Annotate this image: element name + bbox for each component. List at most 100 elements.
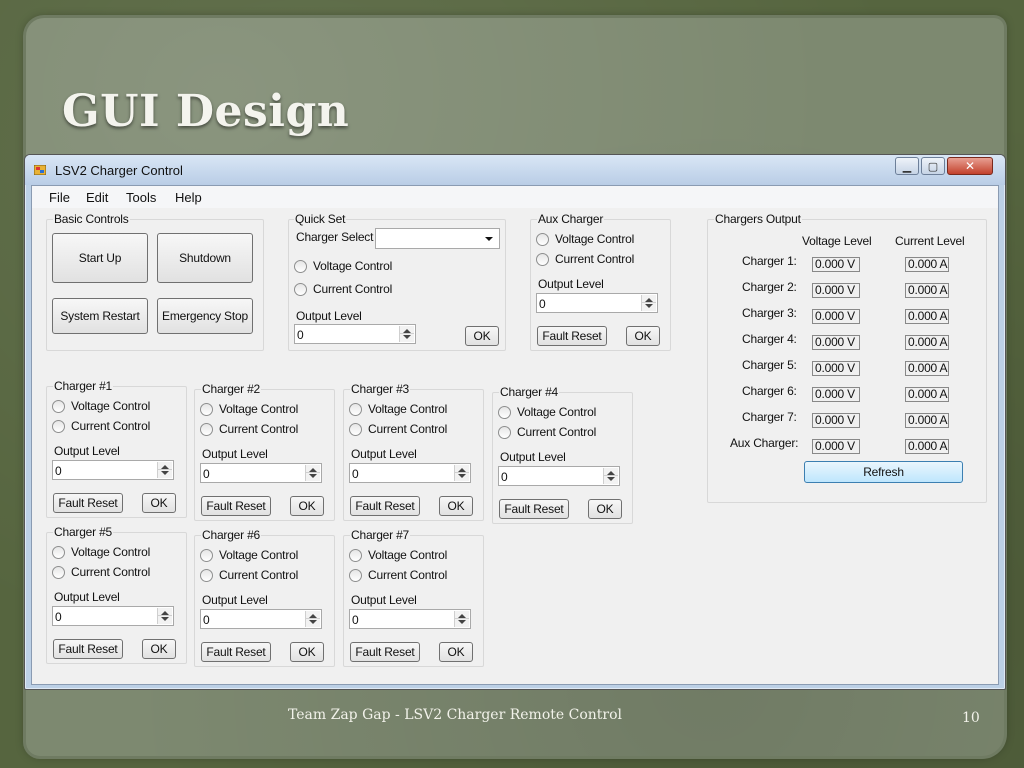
shutdown-button[interactable]: Shutdown (157, 233, 253, 283)
charger-7-output-label: Output Level (351, 593, 417, 607)
quick-set-voltage-label: Voltage Control (313, 259, 393, 273)
current-readout: 0.000 A (905, 361, 949, 376)
spinner-arrows-icon[interactable] (305, 465, 320, 481)
aux-current-label: Current Control (555, 252, 635, 266)
charger-4-voltage-radio[interactable] (498, 406, 511, 419)
charger-6-current-label: Current Control (219, 568, 299, 582)
minimize-button[interactable]: ▁ (895, 157, 919, 175)
charger-7-fault-reset-button[interactable]: Fault Reset (350, 642, 420, 662)
slide-page-number: 10 (962, 710, 980, 726)
menu-bar: File Edit Tools Help (32, 186, 998, 208)
spinner-arrows-icon[interactable] (399, 326, 414, 342)
menu-help[interactable]: Help (175, 190, 202, 205)
spinner-arrows-icon[interactable] (641, 295, 656, 311)
quick-set-output-input[interactable]: 0 (294, 324, 416, 344)
maximize-button[interactable]: ▢ (921, 157, 945, 175)
slide-title: GUI Design (62, 86, 350, 137)
spinner-arrows-icon[interactable] (157, 608, 172, 624)
charger-5-ok-button[interactable]: OK (142, 639, 176, 659)
client-area: File Edit Tools Help Basic Controls Star… (31, 185, 999, 685)
charger-2-fault-reset-button[interactable]: Fault Reset (201, 496, 271, 516)
aux-output-input[interactable]: 0 (536, 293, 658, 313)
charger-5-fault-reset-button[interactable]: Fault Reset (53, 639, 123, 659)
charger-4-fault-reset-button[interactable]: Fault Reset (499, 499, 569, 519)
charger-4-current-label: Current Control (517, 425, 597, 439)
charger-3-fault-reset-button[interactable]: Fault Reset (350, 496, 420, 516)
emergency-stop-button[interactable]: Emergency Stop (157, 298, 253, 334)
spinner-arrows-icon[interactable] (454, 465, 469, 481)
voltage-readout: 0.000 V (812, 309, 860, 324)
quick-set-ok-button[interactable]: OK (465, 326, 499, 346)
voltage-readout: 0.000 V (812, 439, 860, 454)
charger-1-fault-reset-button[interactable]: Fault Reset (53, 493, 123, 513)
close-button[interactable]: ✕ (947, 157, 993, 175)
charger-5-output-label: Output Level (54, 590, 120, 604)
charger-1-output-value: 0 (55, 464, 62, 478)
charger-6-fault-reset-button[interactable]: Fault Reset (201, 642, 271, 662)
charger-3-output-input[interactable]: 0 (349, 463, 471, 483)
charger-5-voltage-radio[interactable] (52, 546, 65, 559)
charger-6-output-input[interactable]: 0 (200, 609, 322, 629)
charger-7-ok-button[interactable]: OK (439, 642, 473, 662)
charger-1-current-radio[interactable] (52, 420, 65, 433)
charger-4-current-radio[interactable] (498, 426, 511, 439)
spinner-arrows-icon[interactable] (603, 468, 618, 484)
voltage-readout: 0.000 V (812, 257, 860, 272)
minimize-icon: ▁ (902, 159, 912, 173)
title-bar[interactable]: LSV2 Charger Control ▁ ▢ ✕ (25, 155, 1005, 185)
charger-3-voltage-radio[interactable] (349, 403, 362, 416)
charger-select-dropdown[interactable] (375, 228, 500, 249)
current-readout: 0.000 A (905, 257, 949, 272)
output-row-name: Charger 3: (742, 306, 797, 320)
menu-tools[interactable]: Tools (126, 190, 156, 205)
charger-7-voltage-radio[interactable] (349, 549, 362, 562)
charger-2-label: Charger #2 (201, 382, 262, 396)
charger-1-voltage-label: Voltage Control (71, 399, 151, 413)
slide-footer: Team Zap Gap - LSV2 Charger Remote Contr… (288, 707, 623, 723)
charger-6-output-label: Output Level (202, 593, 268, 607)
aux-voltage-label: Voltage Control (555, 232, 635, 246)
charger-6-voltage-radio[interactable] (200, 549, 213, 562)
spinner-arrows-icon[interactable] (305, 611, 320, 627)
charger-1-ok-button[interactable]: OK (142, 493, 176, 513)
charger-2-voltage-label: Voltage Control (219, 402, 299, 416)
window-title: LSV2 Charger Control (55, 163, 183, 178)
maximize-icon: ▢ (927, 159, 939, 173)
charger-4-output-input[interactable]: 0 (498, 466, 620, 486)
charger-1-voltage-radio[interactable] (52, 400, 65, 413)
refresh-button[interactable]: Refresh (804, 461, 963, 483)
charger-1-current-label: Current Control (71, 419, 151, 433)
quick-set-current-radio[interactable] (294, 283, 307, 296)
charger-5-output-input[interactable]: 0 (52, 606, 174, 626)
charger-2-output-value: 0 (203, 467, 210, 481)
spinner-arrows-icon[interactable] (157, 462, 172, 478)
aux-fault-reset-button[interactable]: Fault Reset (537, 326, 607, 346)
aux-voltage-radio[interactable] (536, 233, 549, 246)
start-up-button[interactable]: Start Up (52, 233, 148, 283)
quick-set-voltage-radio[interactable] (294, 260, 307, 273)
charger-2-output-input[interactable]: 0 (200, 463, 322, 483)
system-restart-button[interactable]: System Restart (52, 298, 148, 334)
menu-edit[interactable]: Edit (86, 190, 108, 205)
charger-2-current-label: Current Control (219, 422, 299, 436)
basic-controls-label: Basic Controls (53, 212, 130, 226)
charger-2-ok-button[interactable]: OK (290, 496, 324, 516)
aux-ok-button[interactable]: OK (626, 326, 660, 346)
charger-2-current-radio[interactable] (200, 423, 213, 436)
charger-7-output-input[interactable]: 0 (349, 609, 471, 629)
charger-3-ok-button[interactable]: OK (439, 496, 473, 516)
charger-1-output-input[interactable]: 0 (52, 460, 174, 480)
aux-current-radio[interactable] (536, 253, 549, 266)
charger-6-ok-button[interactable]: OK (290, 642, 324, 662)
charger-6-current-radio[interactable] (200, 569, 213, 582)
charger-2-voltage-radio[interactable] (200, 403, 213, 416)
spinner-arrows-icon[interactable] (454, 611, 469, 627)
charger-4-label: Charger #4 (499, 385, 560, 399)
voltage-readout: 0.000 V (812, 335, 860, 350)
charger-3-current-radio[interactable] (349, 423, 362, 436)
charger-3-output-label: Output Level (351, 447, 417, 461)
charger-7-current-radio[interactable] (349, 569, 362, 582)
menu-file[interactable]: File (49, 190, 70, 205)
charger-5-current-radio[interactable] (52, 566, 65, 579)
charger-4-ok-button[interactable]: OK (588, 499, 622, 519)
